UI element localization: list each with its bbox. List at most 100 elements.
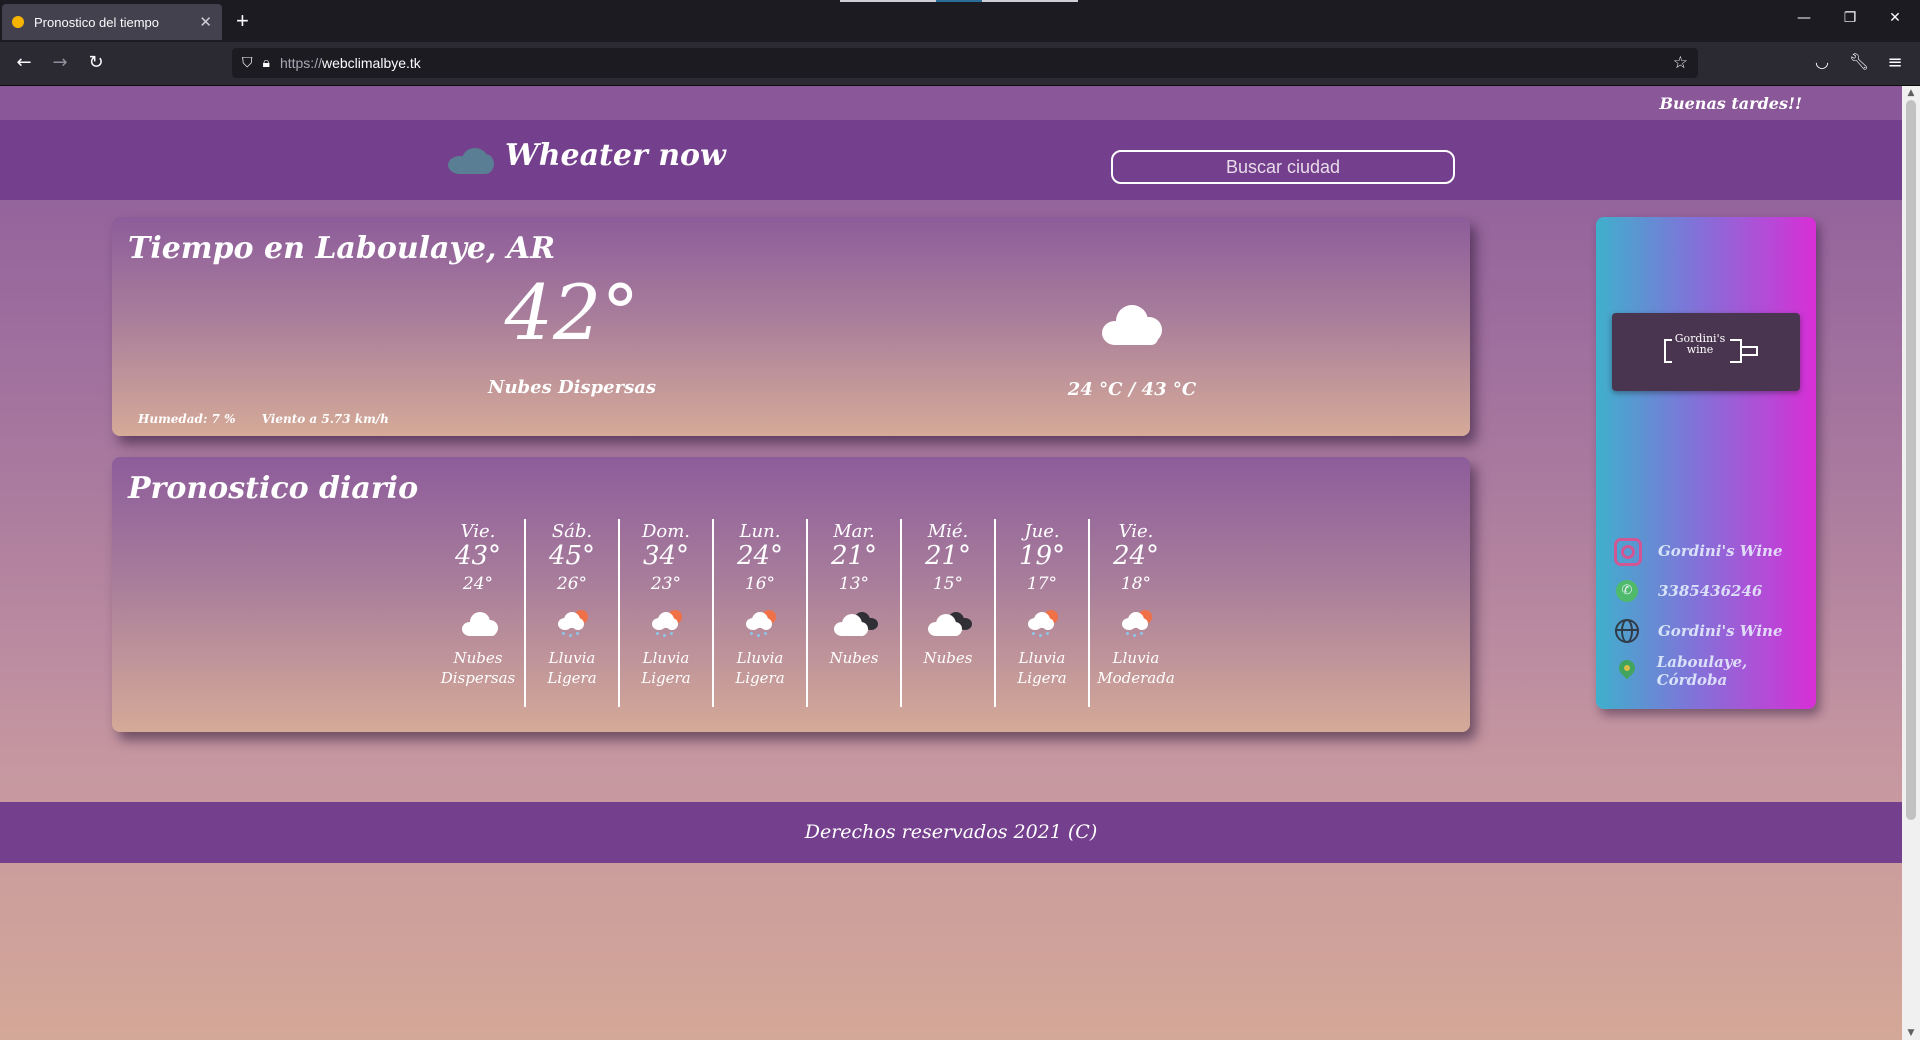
contact-instagram[interactable]: Gordini's Wine (1612, 531, 1816, 571)
sun-rain-icon (1022, 608, 1062, 638)
day-name: Lun. (739, 521, 781, 542)
scroll-down-icon[interactable]: ▼ (1902, 1028, 1920, 1038)
greeting-text: Buenas tardes!! (1659, 94, 1802, 113)
tab-strip-indicator (936, 0, 982, 2)
day-max-temp: 43° (454, 541, 502, 571)
page-scrollbar[interactable]: ▲ ▼ (1902, 86, 1920, 1040)
day-max-temp: 21° (924, 541, 972, 571)
current-temperature: 42° (504, 268, 640, 357)
scrollbar-thumb[interactable] (1906, 100, 1916, 820)
bookmark-star-icon[interactable]: ☆ (1673, 53, 1688, 73)
forward-arrow-icon[interactable]: → (48, 52, 72, 73)
current-min-max: 24 °C / 43 °C (1067, 379, 1197, 400)
day-min-temp: 16° (744, 574, 776, 594)
url-protocol: https:// (279, 55, 322, 71)
site-footer: Derechos reservados 2021 (C) (0, 802, 1902, 863)
browser-tab[interactable]: Pronostico del tiempo ✕ (2, 4, 222, 40)
window-close-icon[interactable]: ✕ (1885, 10, 1905, 26)
current-description: Nubes Dispersas (487, 377, 656, 398)
shield-icon[interactable]: ⛉ (242, 55, 253, 71)
sun-rain-icon (646, 608, 686, 638)
greeting-bar: Buenas tardes!! (0, 86, 1902, 120)
day-max-temp: 19° (1018, 541, 1066, 571)
whatsapp-icon: ✆ (1612, 576, 1642, 606)
day-max-temp: 24° (736, 541, 784, 571)
close-tab-icon[interactable]: ✕ (199, 13, 212, 31)
day-name: Vie. (1118, 521, 1154, 542)
browser-tab-bar: Pronostico del tiempo ✕ + — ❐ ✕ (0, 0, 1920, 42)
day-min-temp: 24° (462, 574, 494, 594)
tab-strip-indicator (840, 0, 936, 2)
daily-forecast-card: Pronostico diario Vie. 43° 24° Nubes Disp… (112, 457, 1470, 732)
contact-whatsapp[interactable]: ✆ 3385436246 (1612, 571, 1816, 611)
day-description: Lluvia Ligera (641, 649, 691, 687)
wrench-icon[interactable]: 🔧︎ (1847, 52, 1871, 71)
forecast-day: Vie. 24° 18° Lluvia Moderada (1088, 519, 1182, 707)
scroll-up-icon[interactable]: ▲ (1902, 88, 1920, 98)
favicon-icon (12, 16, 24, 28)
day-min-temp: 17° (1026, 574, 1058, 594)
pocket-icon[interactable]: ◡ (1810, 52, 1834, 71)
day-name: Mar. (833, 521, 875, 542)
forecast-day: Jue. 19° 17° Lluvia Ligera (994, 519, 1088, 707)
bottle-neck-icon (1742, 346, 1758, 356)
minimize-icon[interactable]: — (1794, 10, 1814, 26)
day-min-temp: 23° (650, 574, 682, 594)
site-brand[interactable]: Wheater now (505, 138, 726, 173)
day-name: Jue. (1024, 521, 1060, 542)
bottle-outline-icon (1730, 339, 1742, 363)
cloud-icon (1102, 305, 1162, 345)
restore-icon[interactable]: ❐ (1840, 10, 1860, 26)
sun-rain-icon (740, 608, 780, 638)
instagram-icon (1612, 536, 1642, 566)
contact-website[interactable]: Gordini's Wine (1612, 611, 1816, 651)
day-name: Sáb. (551, 521, 593, 542)
current-details: Humedad: 7 % Viento a 5.73 km/h (138, 412, 411, 426)
day-name: Mié. (927, 521, 969, 542)
site-header: Wheater now (0, 120, 1902, 200)
dark-clouds-icon (928, 608, 972, 638)
sponsor-sidebar: Gordini's wine Gordini's Wine ✆ 33854362… (1596, 217, 1816, 709)
reload-icon[interactable]: ↻ (84, 52, 108, 73)
day-max-temp: 34° (642, 541, 690, 571)
cloud-icon (458, 608, 498, 638)
day-max-temp: 21° (830, 541, 878, 571)
contact-label: 3385436246 (1658, 582, 1763, 600)
day-name: Dom. (641, 521, 691, 542)
day-min-temp: 18° (1120, 574, 1152, 594)
forecast-day: Mar. 21° 13° Nubes (806, 519, 900, 707)
page-viewport: Buenas tardes!! Wheater now Tiempo en La… (0, 86, 1902, 1040)
sponsor-logo-text: Gordini's wine (1674, 332, 1726, 356)
tab-title: Pronostico del tiempo (34, 14, 160, 30)
logo-cloud-icon (448, 148, 494, 174)
contact-label: Laboulaye, Córdoba (1656, 653, 1748, 689)
contact-location[interactable]: Laboulaye, Córdoba (1612, 651, 1816, 691)
browser-nav-bar: ← → ↻ ⛉ 🔒︎ https:// webclimalbye.tk ☆ ◡ … (0, 42, 1920, 86)
menu-icon[interactable]: ≡ (1883, 52, 1907, 73)
forecast-days: Vie. 43° 24° Nubes Dispersas Sáb. 45° 26° (432, 519, 1182, 707)
day-name: Vie. (460, 521, 496, 542)
map-pin-icon (1612, 656, 1641, 686)
daily-forecast-title: Pronostico diario (128, 471, 419, 506)
search-city-input[interactable] (1111, 150, 1455, 184)
current-weather-title: Tiempo en Laboulaye, AR (128, 231, 556, 266)
forecast-day: Mié. 21° 15° Nubes (900, 519, 994, 707)
day-description: Lluvia Ligera (1017, 649, 1067, 687)
contact-label: Gordini's Wine (1658, 542, 1783, 560)
sponsor-banner[interactable]: Gordini's wine (1612, 313, 1800, 391)
day-max-temp: 45° (548, 541, 596, 571)
day-description: Lluvia Ligera (735, 649, 785, 687)
contact-label: Gordini's Wine (1658, 622, 1783, 640)
address-bar[interactable]: ⛉ 🔒︎ https:// webclimalbye.tk ☆ (232, 48, 1698, 78)
footer-copyright: Derechos reservados 2021 (C) (804, 821, 1098, 843)
humidity-text: Humedad: 7 % (138, 412, 236, 426)
day-description: Nubes (923, 649, 973, 667)
day-description: Lluvia Ligera (547, 649, 597, 687)
lock-icon[interactable]: 🔒︎ (263, 55, 270, 71)
contact-list: Gordini's Wine ✆ 3385436246 Gordini's Wi… (1612, 531, 1816, 691)
day-min-temp: 15° (932, 574, 964, 594)
back-arrow-icon[interactable]: ← (12, 52, 36, 73)
new-tab-button[interactable]: + (236, 8, 249, 34)
bottle-outline-icon (1664, 339, 1672, 363)
day-min-temp: 26° (556, 574, 588, 594)
